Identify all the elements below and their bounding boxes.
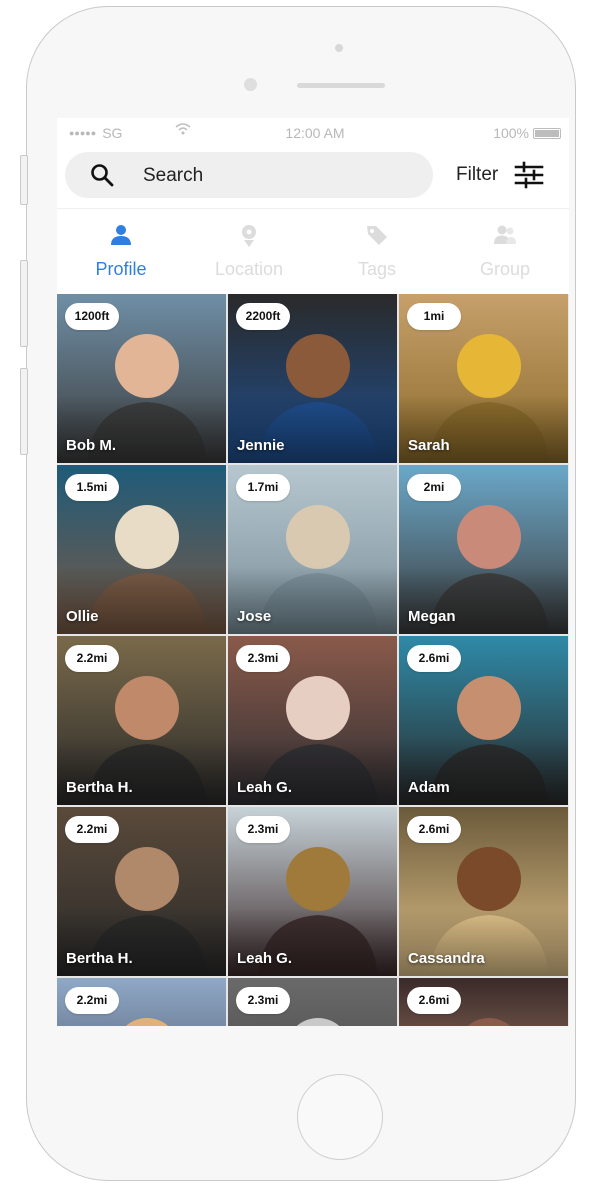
search-icon (91, 164, 114, 187)
distance-badge: 2.6mi (407, 816, 461, 843)
profile-name: Bertha H. (66, 950, 133, 967)
tab-profile-label: Profile (95, 259, 147, 279)
distance-badge: 2.6mi (407, 645, 461, 672)
distance-badge: 2.2mi (65, 816, 119, 843)
profile-tile[interactable]: 1mi Sarah (399, 294, 568, 463)
group-icon (494, 225, 516, 244)
signal-dots-icon: ●●●●● (69, 128, 97, 138)
volume-up-button (20, 260, 28, 347)
profile-tile[interactable]: 2.2mi Bertha H. (57, 636, 226, 805)
distance-badge: 1mi (407, 303, 461, 330)
earpiece-speaker (297, 83, 385, 88)
battery-icon (533, 127, 561, 139)
distance-badge: 2mi (407, 474, 461, 501)
search-bar[interactable]: Search (65, 152, 433, 198)
profile-name: Ollie (66, 608, 99, 625)
status-bar: ●●●●● SG 12:00 AM 100% (57, 118, 569, 148)
search-label: Search (143, 165, 204, 186)
profile-name: Megan (408, 608, 456, 625)
wifi-icon (175, 122, 191, 139)
battery-percent: 100% (493, 125, 529, 141)
battery: 100% (493, 125, 561, 141)
tab-group[interactable]: Group (441, 209, 569, 295)
front-camera (335, 44, 343, 52)
tab-group-label: Group (479, 259, 531, 279)
profile-tile[interactable]: 2.6mi (399, 978, 568, 1026)
distance-badge: 1200ft (65, 303, 119, 330)
mute-switch (20, 155, 28, 205)
profile-grid: 1200ft Bob M. 2200ft Jennie 1mi Sarah 1.5mi Oll… (57, 294, 569, 1026)
distance-badge: 2.2mi (65, 987, 119, 1014)
proximity-sensor (244, 78, 257, 91)
profile-name: Jose (237, 608, 272, 625)
distance-badge: 2.3mi (236, 816, 290, 843)
distance-badge: 1.7mi (236, 474, 290, 501)
carrier: ●●●●● SG (69, 125, 122, 141)
profile-name: Leah G. (237, 779, 293, 796)
tag-icon (367, 226, 387, 245)
tab-bar: Profile Location Tags Group (57, 208, 569, 295)
profile-tile[interactable]: 2mi Megan (399, 465, 568, 634)
profile-tile[interactable]: 2.3mi (228, 978, 397, 1026)
distance-badge: 2.3mi (236, 645, 290, 672)
filter-button[interactable]: Filter (456, 164, 498, 186)
profile-tile[interactable]: 2200ft Jennie (228, 294, 397, 463)
distance-badge: 2.3mi (236, 987, 290, 1014)
tab-location-label: Location (214, 259, 284, 279)
distance-badge: 2200ft (236, 303, 290, 330)
profile-tile[interactable]: 2.6mi Adam (399, 636, 568, 805)
distance-badge: 1.5mi (65, 474, 119, 501)
home-button[interactable] (297, 1074, 383, 1160)
distance-badge: 2.2mi (65, 645, 119, 672)
profile-tile[interactable]: 2.2mi Bertha H. (57, 807, 226, 976)
carrier-name: SG (102, 125, 123, 141)
user-icon (111, 225, 131, 245)
app-screen: ●●●●● SG 12:00 AM 100% Search Filter Pro… (57, 118, 569, 1026)
filter-sliders-icon[interactable] (513, 159, 545, 191)
tab-location[interactable]: Location (185, 209, 313, 295)
profile-tile[interactable]: 1200ft Bob M. (57, 294, 226, 463)
profile-name: Sarah (408, 437, 450, 454)
profile-tile[interactable]: 2.3mi Leah G. (228, 636, 397, 805)
tab-tags-label: Tags (357, 259, 397, 279)
profile-tile[interactable]: 2.3mi Leah G. (228, 807, 397, 976)
status-time: 12:00 AM (285, 125, 345, 141)
profile-tile[interactable]: 2.6mi Cassandra (399, 807, 568, 976)
profile-name: Leah G. (237, 950, 293, 967)
profile-tile[interactable]: 1.5mi Ollie (57, 465, 226, 634)
profile-tile[interactable]: 2.2mi (57, 978, 226, 1026)
location-pin-icon (242, 225, 256, 247)
tab-tags[interactable]: Tags (313, 209, 441, 295)
profile-name: Bob M. (66, 437, 116, 454)
profile-name: Bertha H. (66, 779, 133, 796)
profile-tile[interactable]: 1.7mi Jose (228, 465, 397, 634)
profile-name: Cassandra (408, 950, 485, 967)
tab-profile[interactable]: Profile (57, 209, 185, 295)
distance-badge: 2.6mi (407, 987, 461, 1014)
profile-name: Jennie (237, 437, 285, 454)
volume-down-button (20, 368, 28, 455)
profile-name: Adam (408, 779, 450, 796)
